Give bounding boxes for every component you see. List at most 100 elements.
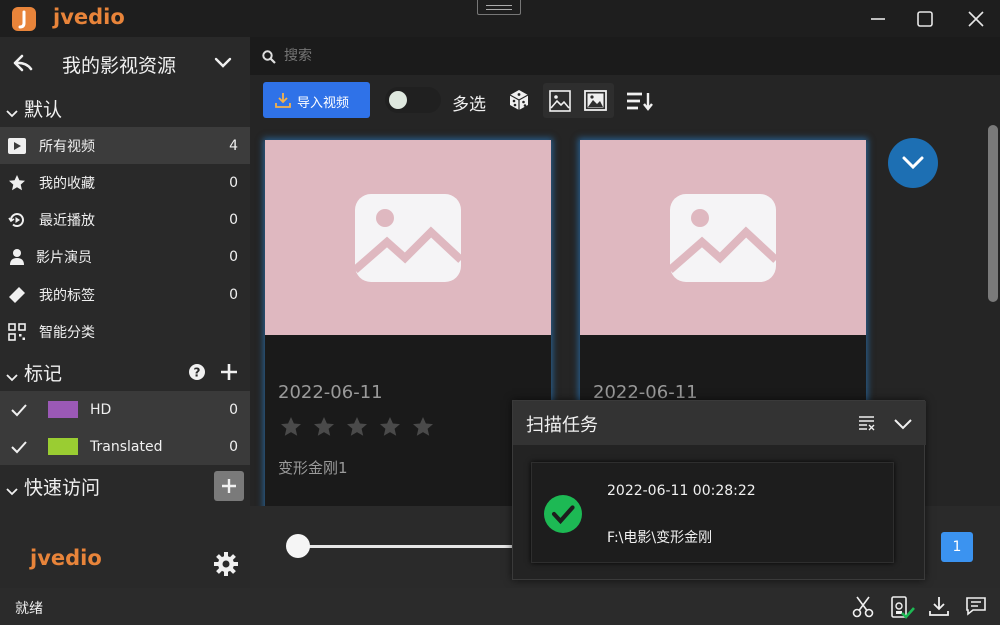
close-button[interactable] [953, 0, 998, 37]
search-icon [262, 49, 276, 68]
chevron-down-icon[interactable] [893, 417, 913, 436]
drag-handle[interactable] [477, 0, 521, 15]
sidebar-item-count: 0 [229, 174, 238, 191]
sidebar-item-count: 0 [229, 286, 238, 303]
thumbnail-placeholder [265, 140, 551, 335]
popup-title: 扫描任务 [526, 415, 598, 436]
section-quick-header[interactable]: 快速访问 [0, 467, 250, 504]
mark-count: 0 [229, 401, 238, 418]
plus-icon [221, 364, 237, 380]
video-title: 变形金刚1 [278, 459, 348, 477]
scan-task-popup: 扫描任务 2022-06-11 00:28:22 F:\电影\变形金刚 [512, 400, 926, 580]
mark-label: HD [90, 401, 112, 418]
mark-color-swatch [48, 401, 78, 418]
sidebar-item-favorites[interactable]: 我的收藏 0 [0, 164, 250, 201]
scan-task-item[interactable]: 2022-06-11 00:28:22 F:\电影\变形金刚 [531, 462, 894, 563]
status-text: 就绪 [15, 601, 43, 617]
size-slider-track[interactable] [298, 545, 514, 548]
settings-gear-icon[interactable] [213, 551, 239, 581]
page-number-button[interactable]: 1 [941, 532, 973, 562]
sidebar-item-label: 我的收藏 [39, 175, 95, 192]
sidebar-item-label: 最近播放 [39, 212, 95, 229]
video-date: 2022-06-11 [278, 382, 383, 403]
chevron-down-icon [902, 156, 924, 170]
sidebar: 我的影视资源 默认 所有视频 4 我的收藏 0 最近播放 0 影片演员 0 我的… [0, 37, 250, 588]
image-placeholder-icon [670, 194, 776, 282]
toggle-knob [389, 91, 407, 109]
back-arrow-icon[interactable] [12, 53, 34, 77]
app-title: jvedio [53, 5, 125, 29]
image-placeholder-icon [355, 194, 461, 282]
title-bar[interactable]: jvedio [0, 0, 1000, 37]
add-quick-access-button[interactable] [214, 471, 244, 501]
star-icon [7, 173, 27, 193]
import-video-button[interactable]: 导入视频 [263, 82, 370, 118]
plus-icon [222, 479, 236, 493]
image-filled-icon[interactable] [584, 90, 607, 115]
chevron-down-icon[interactable] [213, 55, 233, 74]
download-icon[interactable] [929, 596, 949, 620]
mark-label: Translated [90, 438, 163, 455]
mark-item-hd[interactable]: HD 0 [0, 391, 250, 428]
play-icon [7, 136, 27, 156]
download-icon [275, 92, 291, 112]
scan-task-status-icon[interactable] [890, 596, 916, 624]
image-outline-icon[interactable] [549, 90, 571, 116]
chevron-down-icon [5, 366, 19, 388]
sidebar-item-label: 我的标签 [39, 287, 95, 304]
mark-count: 0 [229, 438, 238, 455]
message-icon[interactable] [965, 596, 987, 620]
rating-stars[interactable] [280, 416, 440, 442]
dice-random-icon[interactable] [508, 89, 530, 115]
sidebar-item-count: 0 [229, 211, 238, 228]
sidebar-item-all-videos[interactable]: 所有视频 4 [0, 127, 250, 164]
popup-header: 扫描任务 [513, 401, 926, 445]
maximize-button[interactable] [902, 0, 947, 37]
library-name: 我的影视资源 [62, 55, 177, 77]
sidebar-item-tags[interactable]: 我的标签 0 [0, 276, 250, 313]
maximize-icon [916, 10, 933, 27]
check-icon[interactable] [9, 400, 29, 420]
help-icon[interactable]: ? [188, 363, 206, 386]
minimize-button[interactable] [855, 0, 900, 37]
tag-icon [7, 285, 27, 305]
status-bar: 就绪 [0, 588, 1000, 625]
check-icon[interactable] [9, 437, 29, 457]
scissors-icon[interactable] [852, 596, 874, 622]
mark-color-swatch [48, 438, 78, 455]
multi-select-label: 多选 [452, 95, 486, 115]
svg-text:?: ? [194, 366, 201, 380]
close-icon [967, 10, 984, 27]
app-logo-icon [11, 6, 37, 32]
sort-icon[interactable] [626, 91, 654, 115]
scroll-down-button[interactable] [888, 138, 938, 188]
section-quick-label: 快速访问 [24, 477, 101, 499]
sidebar-item-label: 所有视频 [39, 138, 95, 155]
video-card[interactable]: 2022-06-11 变形金刚1 [265, 140, 551, 510]
sidebar-item-smart-category[interactable]: 智能分类 [0, 313, 250, 350]
sidebar-item-count: 0 [229, 248, 238, 265]
search-bar[interactable] [250, 37, 1000, 75]
task-time: 2022-06-11 00:28:22 [607, 483, 756, 499]
success-check-icon [544, 495, 582, 537]
scrollbar-thumb[interactable] [988, 125, 998, 302]
section-marks-header[interactable]: 标记 ? [0, 353, 250, 390]
footer-logo: jvedio [30, 546, 102, 570]
section-marks-label: 标记 [24, 363, 63, 385]
clear-list-icon[interactable] [858, 415, 876, 435]
sidebar-item-recent[interactable]: 最近播放 0 [0, 201, 250, 238]
search-input[interactable] [284, 43, 884, 69]
multi-select-toggle[interactable] [385, 87, 441, 113]
sidebar-item-label: 智能分类 [39, 324, 95, 341]
mark-item-translated[interactable]: Translated 0 [0, 428, 250, 465]
sidebar-item-actors[interactable]: 影片演员 0 [0, 238, 250, 275]
chevron-down-icon [5, 102, 19, 124]
person-icon [7, 247, 27, 267]
view-mode-group [543, 83, 614, 118]
import-video-label: 导入视频 [297, 96, 350, 111]
section-default-header[interactable]: 默认 [0, 89, 250, 126]
add-mark-button[interactable] [219, 362, 239, 387]
qr-grid-icon [7, 322, 27, 342]
size-slider-handle[interactable] [286, 534, 310, 558]
library-selector[interactable]: 我的影视资源 [0, 44, 250, 82]
